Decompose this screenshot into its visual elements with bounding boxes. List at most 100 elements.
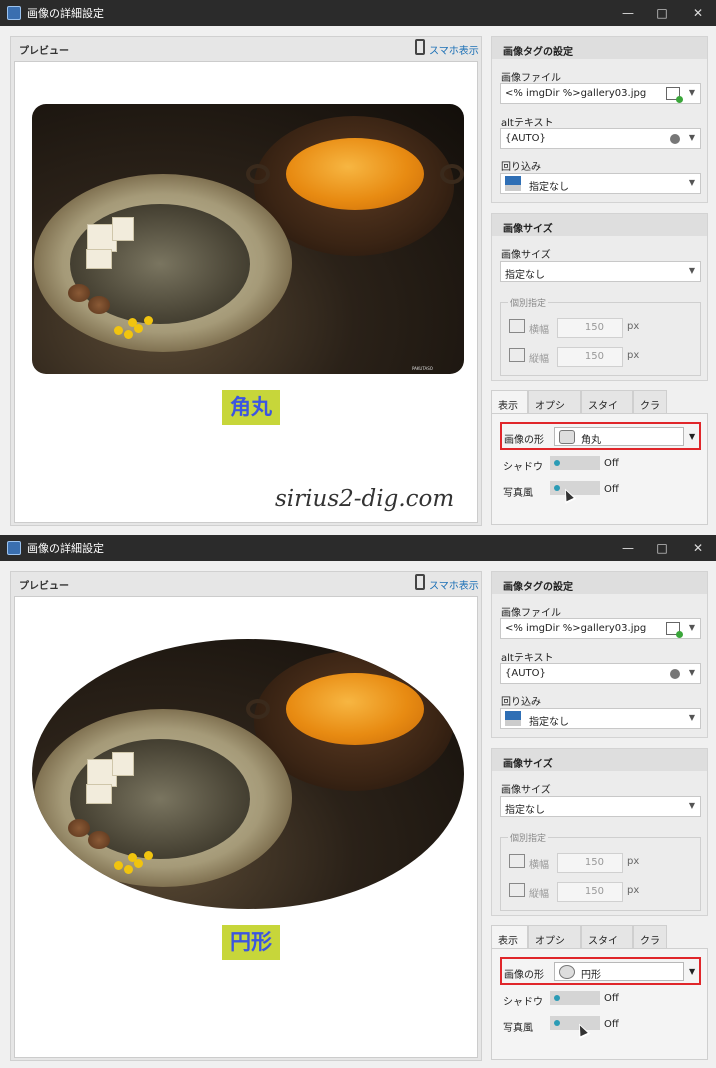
size-value: 指定なし [505,270,545,281]
width-label: 横幅 [529,860,549,871]
watermark: sirius2-dig.com [275,486,455,512]
shape-value: 円形 [581,970,601,981]
shape-caption: 角丸 [222,390,280,425]
shadow-toggle[interactable] [550,991,600,1005]
close-icon[interactable]: ✕ [680,0,716,26]
photo-style-value: Off [604,484,619,495]
height-unit: px [627,350,640,361]
shadow-value: Off [604,993,619,1004]
preview-canvas: PAKUTASO 角丸 sirius2-dig.com [14,61,478,523]
ingredient-plate [34,174,292,352]
photo-style-label: 写真風 [503,1023,533,1034]
chevron-down-icon[interactable]: ▼ [689,432,695,441]
smartphone-icon[interactable] [415,574,425,590]
tag-settings-header: 画像タグの設定 [492,37,707,59]
individual-label: 個別指定 [508,831,549,844]
shadow-toggle[interactable] [550,456,600,470]
tag-settings-panel: 画像タグの設定 画像ファイル <% imgDir %>gallery03.jpg… [491,571,708,738]
alt-text-input[interactable]: {AUTO} ▼ [500,663,701,684]
height-icon [509,348,525,362]
chevron-down-icon[interactable]: ▼ [689,713,695,722]
chevron-down-icon[interactable]: ▼ [689,133,695,142]
smartphone-view-link[interactable]: スマホ表示 [429,42,479,57]
size-select[interactable]: 指定なし ▼ [500,261,701,282]
wrap-select[interactable]: 指定なし ▼ [500,708,701,729]
width-input[interactable]: 150 [557,853,623,873]
individual-size-group: 個別指定 横幅 150 px 縦幅 150 px [500,296,701,376]
file-value: <% imgDir %>gallery03.jpg [505,88,647,99]
alt-text-input[interactable]: {AUTO} ▼ [500,128,701,149]
height-unit: px [627,885,640,896]
tab-display[interactable]: 表示 [491,925,528,949]
photo-credit: PAKUTASO [412,366,433,371]
height-icon [509,883,525,897]
file-field[interactable]: <% imgDir %>gallery03.jpg ▼ [500,83,701,104]
clear-icon[interactable] [670,134,680,144]
app-icon [7,541,21,555]
display-tab-panel: 画像の形 円形 ▼ シャドウ Off 写真風 Off [491,948,708,1060]
tab-options[interactable]: オプション [528,390,581,427]
tab-style[interactable]: スタイル [581,925,633,962]
clear-icon[interactable] [670,669,680,679]
wrap-value: 指定なし [529,717,569,728]
shape-label: 画像の形 [504,970,544,981]
width-input[interactable]: 150 [557,318,623,338]
alt-label: altテキスト [501,118,554,129]
shape-select[interactable]: 角丸 [554,427,684,446]
close-icon[interactable]: ✕ [680,535,716,561]
wrap-value: 指定なし [529,182,569,193]
shadow-label: シャドウ [503,462,543,473]
file-value: <% imgDir %>gallery03.jpg [505,623,647,634]
individual-label: 個別指定 [508,296,549,309]
maximize-icon[interactable]: □ [644,0,680,26]
tab-style[interactable]: スタイル [581,390,633,427]
size-label: 画像サイズ [501,785,551,796]
tab-options[interactable]: オプション [528,925,581,962]
smartphone-view-link[interactable]: スマホ表示 [429,577,479,592]
wrap-label: 回り込み [501,162,541,173]
height-input[interactable]: 150 [557,347,623,367]
chevron-down-icon[interactable]: ▼ [689,623,695,632]
tab-display[interactable]: 表示 [491,390,528,414]
tag-settings-panel: 画像タグの設定 画像ファイル <% imgDir %>gallery03.jpg… [491,36,708,203]
minimize-icon[interactable]: — [610,535,646,561]
app-icon [7,6,21,20]
preview-header: プレビュー スマホ表示 [11,37,481,59]
window-title: 画像の詳細設定 [27,542,104,555]
shape-caption: 円形 [222,925,280,960]
file-label: 画像ファイル [501,73,561,84]
wrap-select[interactable]: 指定なし ▼ [500,173,701,194]
image-wrap-icon [505,176,521,191]
individual-size-group: 個別指定 横幅 150 px 縦幅 150 px [500,831,701,911]
smartphone-icon[interactable] [415,39,425,55]
chevron-down-icon[interactable]: ▼ [689,967,695,976]
photo-style-label: 写真風 [503,488,533,499]
title-bar[interactable]: 画像の詳細設定 — □ ✕ [0,535,716,561]
preview-header: プレビュー スマホ表示 [11,572,481,594]
title-bar[interactable]: 画像の詳細設定 — □ ✕ [0,0,716,26]
height-input[interactable]: 150 [557,882,623,902]
maximize-icon[interactable]: □ [644,535,680,561]
image-add-icon[interactable] [666,87,683,103]
file-field[interactable]: <% imgDir %>gallery03.jpg ▼ [500,618,701,639]
tab-class[interactable]: クラス [633,925,667,962]
image-size-panel: 画像サイズ 画像サイズ 指定なし ▼ 個別指定 横幅 150 px 縦幅 150… [491,213,708,381]
rounded-square-icon [559,430,575,444]
preview-pane: プレビュー スマホ表示 [10,571,482,1061]
size-label: 画像サイズ [501,250,551,261]
shape-select[interactable]: 円形 [554,962,684,981]
width-icon [509,854,525,868]
chevron-down-icon[interactable]: ▼ [689,266,695,275]
size-value: 指定なし [505,805,545,816]
chevron-down-icon[interactable]: ▼ [689,178,695,187]
image-add-icon[interactable] [666,622,683,638]
tab-class[interactable]: クラス [633,390,667,427]
photo-style-toggle[interactable] [550,481,600,495]
chevron-down-icon[interactable]: ▼ [689,668,695,677]
size-select[interactable]: 指定なし ▼ [500,796,701,817]
chevron-down-icon[interactable]: ▼ [689,88,695,97]
minimize-icon[interactable]: — [610,0,646,26]
image-size-header: 画像サイズ [492,749,707,771]
alt-value: {AUTO} [505,133,546,144]
chevron-down-icon[interactable]: ▼ [689,801,695,810]
